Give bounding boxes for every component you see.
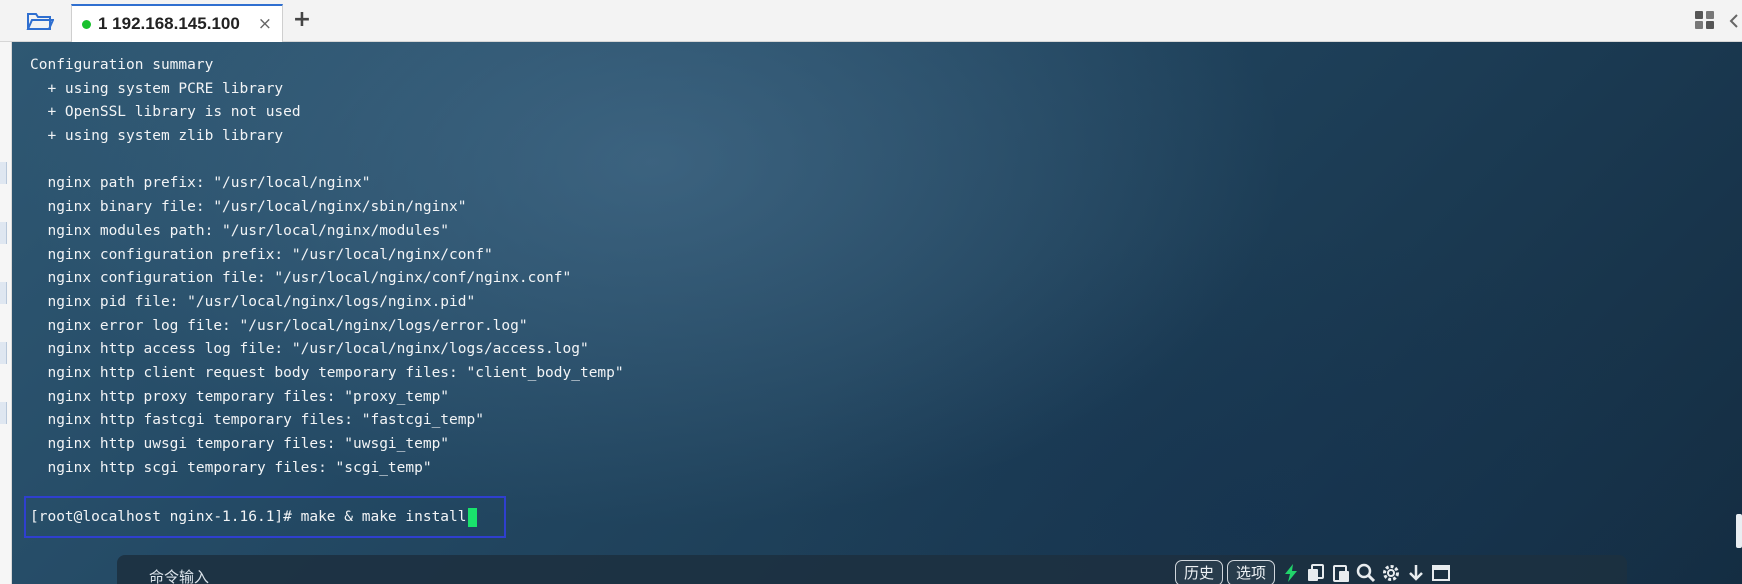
gear-icon[interactable] [1380, 562, 1402, 584]
options-button[interactable]: 选项 [1227, 560, 1276, 584]
terminal-line: nginx configuration prefix: "/usr/local/… [30, 246, 493, 263]
terminal-output: Configuration summary + using system PCR… [30, 54, 624, 480]
side-marker [0, 282, 7, 304]
scrollbar-thumb[interactable] [1736, 514, 1742, 548]
tab-label: 1 192.168.145.100 [98, 14, 240, 33]
terminal-line: nginx configuration file: "/usr/local/ng… [30, 270, 572, 287]
paste-icon[interactable] [1330, 562, 1352, 584]
side-marker [0, 402, 7, 424]
tab-bar: 1 192.168.145.100 × + [0, 0, 1742, 42]
terminal-line: nginx http access log file: "/usr/local/… [30, 341, 589, 358]
terminal-line: Configuration summary [30, 57, 214, 73]
layout-grid-icon[interactable] [1694, 9, 1716, 31]
side-marker [0, 222, 7, 244]
copy-icon[interactable] [1305, 562, 1327, 584]
terminal-line: nginx http client request body temporary… [30, 364, 624, 381]
window-icon[interactable] [1430, 562, 1452, 584]
terminal-line: nginx modules path: "/usr/local/nginx/mo… [30, 222, 450, 239]
prompt-text: [root@localhost nginx-1.16.1]# make & ma… [30, 509, 467, 525]
side-marker [0, 162, 7, 184]
side-panel-edge [0, 42, 12, 584]
terminal-line: + OpenSSL library is not used [30, 104, 301, 121]
terminal-line: nginx http scgi temporary files: "scgi_t… [30, 459, 432, 476]
history-button[interactable]: 历史 [1175, 560, 1224, 584]
add-tab-button[interactable]: + [290, 6, 314, 34]
folder-icon[interactable] [18, 6, 62, 36]
terminal-line: nginx http uwsgi temporary files: "uwsgi… [30, 436, 450, 452]
side-marker [0, 342, 7, 364]
terminal-line: nginx binary file: "/usr/local/nginx/sbi… [30, 199, 467, 216]
status-dot-icon [82, 19, 91, 29]
terminal-line: nginx path prefix: "/usr/local/nginx" [30, 175, 371, 192]
terminal-line: nginx http proxy temporary files: "proxy… [30, 388, 450, 405]
chevron-left-icon[interactable] [1728, 14, 1740, 28]
terminal-prompt[interactable]: [root@localhost nginx-1.16.1]# make & ma… [30, 505, 477, 529]
close-icon[interactable]: × [258, 14, 272, 34]
terminal-line: + using system PCRE library [30, 80, 284, 97]
command-input-bar: 历史 选项 [117, 555, 1627, 584]
text-cursor [467, 507, 477, 527]
search-icon[interactable] [1355, 562, 1377, 584]
terminal-line: nginx http fastcgi temporary files: "fas… [30, 412, 484, 429]
terminal-line: + using system zlib library [30, 128, 284, 145]
command-input[interactable] [147, 565, 851, 584]
lightning-icon[interactable] [1280, 562, 1302, 584]
tab-session[interactable]: 1 192.168.145.100 × [71, 4, 283, 42]
download-icon[interactable] [1405, 562, 1427, 584]
terminal-pane[interactable]: Configuration summary + using system PCR… [12, 42, 1742, 584]
terminal-line: nginx error log file: "/usr/local/nginx/… [30, 317, 528, 334]
terminal-line: nginx pid file: "/usr/local/nginx/logs/n… [30, 293, 476, 310]
